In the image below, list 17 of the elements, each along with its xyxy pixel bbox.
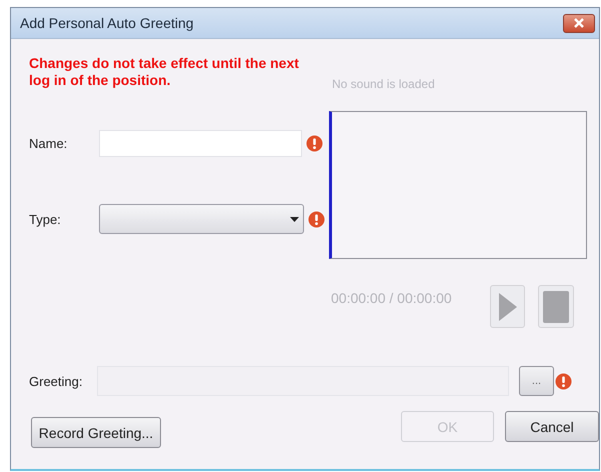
browse-button[interactable]: ...: [519, 366, 554, 396]
close-icon: [573, 18, 585, 28]
field-label: Greeting:: [29, 374, 84, 388]
record-button[interactable]: Record Greeting...: [31, 417, 161, 448]
type-dropdown[interactable]: [99, 204, 304, 234]
warning-text: Changes do not take effect until the next log in of the position.: [29, 55, 300, 89]
play-icon: [498, 292, 517, 320]
field-label: Type:: [29, 212, 62, 226]
name-field[interactable]: [99, 130, 302, 156]
time-display: 00:00:00 / 00:00:00: [331, 290, 453, 306]
stop-icon: [543, 290, 570, 322]
caret-icon: [290, 216, 299, 222]
sound-status: No sound is loaded: [332, 77, 436, 91]
field-label: Name:: [29, 136, 68, 150]
window-title: Add Personal Auto Greeting: [20, 15, 194, 31]
cancel-button[interactable]: Cancel: [505, 411, 599, 442]
close-button[interactable]: [563, 14, 595, 32]
